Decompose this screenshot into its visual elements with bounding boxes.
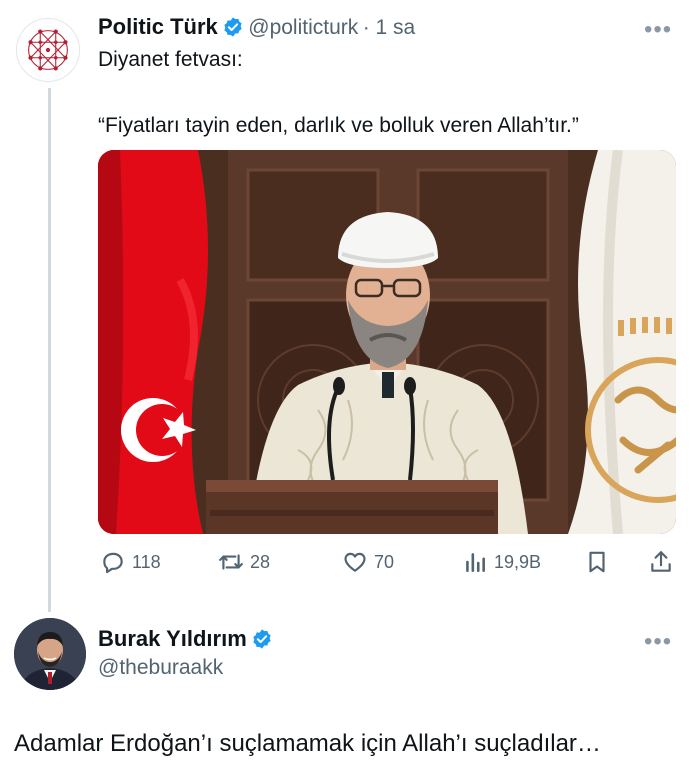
tweet-media-image[interactable]: [98, 150, 676, 534]
views-icon: [466, 553, 485, 572]
reply-header: Burak Yıldırım: [98, 626, 273, 652]
share-icon: [651, 551, 671, 572]
retweet-count: 28: [250, 551, 271, 572]
reply-text: Adamlar Erdoğan’ı suçlamamak için Allah’…: [14, 730, 601, 757]
reply-button[interactable]: 118: [100, 549, 161, 575]
politicturk-avatar[interactable]: [16, 18, 80, 82]
reply-author-handle[interactable]: @theburaakk: [98, 656, 223, 680]
views-count: 19,9B: [494, 551, 542, 572]
network-logo-icon: [28, 29, 68, 71]
tweet-header: Politic Türk @politicturk · 1 sa: [98, 14, 415, 40]
author-name[interactable]: Politic Türk: [98, 14, 218, 39]
profile-photo: [14, 618, 86, 690]
more-icon[interactable]: •••: [644, 16, 672, 44]
bookmark-icon: [589, 551, 605, 573]
thread-line: [48, 88, 51, 612]
verified-badge-icon: [253, 629, 271, 649]
tweet-time[interactable]: · 1 sa: [363, 16, 416, 39]
author-handle[interactable]: @politicturk: [248, 16, 358, 39]
like-count: 70: [374, 551, 395, 572]
reply-count: 118: [132, 551, 161, 572]
tweet-text-line1: Diyanet fetvası:: [98, 48, 243, 71]
retweet-icon: [219, 554, 243, 570]
reply-more-icon[interactable]: •••: [644, 628, 672, 656]
reply-author-name[interactable]: Burak Yıldırım: [98, 626, 247, 651]
share-button[interactable]: [648, 549, 674, 575]
retweet-button[interactable]: 28: [218, 549, 270, 575]
bookmark-button[interactable]: [584, 549, 610, 575]
reply-icon: [103, 552, 123, 574]
tweet-text-line2: “Fiyatları tayin eden, darlık ve bolluk …: [98, 114, 579, 137]
buraakk-avatar[interactable]: [14, 618, 86, 690]
like-icon: [344, 552, 366, 572]
media-illustration: [98, 150, 676, 534]
like-button[interactable]: 70: [342, 549, 394, 575]
views-button[interactable]: 19,9B: [462, 549, 541, 575]
verified-badge-icon: [224, 17, 242, 37]
